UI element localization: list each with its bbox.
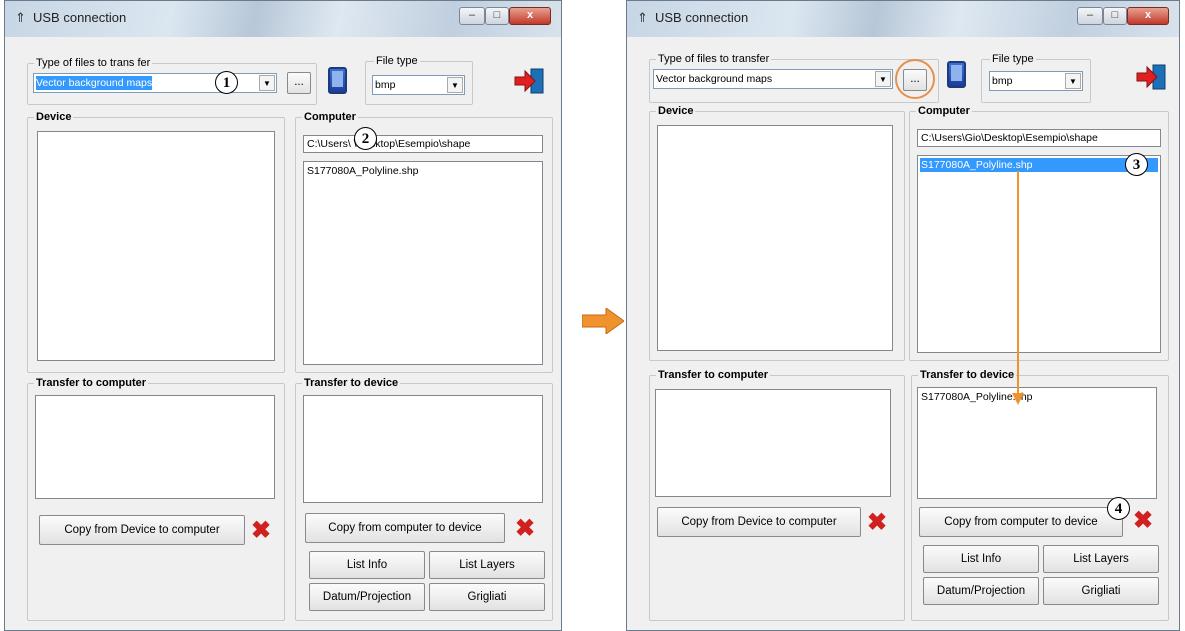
list-layers-button[interactable]: List Layers (1043, 545, 1159, 573)
device-listbox[interactable] (657, 125, 893, 351)
usb-connection-window-before: ⇑ USB connection – □ x Type of files to … (4, 0, 562, 631)
transfer-to-computer-listbox[interactable] (655, 389, 891, 497)
list-layers-button[interactable]: List Layers (429, 551, 545, 579)
computer-label: Computer (916, 105, 972, 117)
usb-icon: ⇑ (637, 10, 648, 25)
exit-door-icon[interactable] (1135, 63, 1169, 91)
exit-door-icon[interactable] (513, 67, 547, 95)
highlight-ring (895, 59, 935, 99)
grigliati-button[interactable]: Grigliati (429, 583, 545, 611)
copy-computer-to-device-button[interactable]: Copy from computer to device (919, 507, 1123, 537)
chevron-down-icon[interactable]: ▼ (447, 77, 463, 93)
transfer-to-device-label: Transfer to device (302, 377, 401, 389)
type-group-label: Type of files to transfer (656, 53, 772, 65)
file-type-combo[interactable]: Vector background maps ▼ (33, 73, 277, 93)
transfer-to-computer-listbox[interactable] (35, 395, 275, 499)
file-ext-label: File type (374, 55, 420, 67)
delete-x-icon[interactable]: ✖ (1133, 509, 1153, 533)
datum-projection-button[interactable]: Datum/Projection (923, 577, 1039, 605)
file-ext-label: File type (990, 53, 1036, 65)
file-type-value: Vector background maps (36, 76, 153, 90)
file-type-combo[interactable]: Vector background maps ▼ (653, 69, 893, 89)
close-button[interactable]: x (1127, 7, 1169, 25)
chevron-down-icon[interactable]: ▼ (1065, 73, 1081, 89)
device-label: Device (656, 105, 696, 117)
maximize-button[interactable]: □ (1103, 7, 1127, 25)
device-icon[interactable] (947, 61, 966, 88)
file-ext-value: bmp (375, 79, 396, 91)
callout-2: 2 (354, 127, 377, 150)
computer-path-field[interactable]: C:\Users\Gio\Desktop\Esempio\shape (917, 129, 1161, 147)
window-title: USB connection (33, 10, 127, 25)
list-info-button[interactable]: List Info (923, 545, 1039, 573)
arrow-right-icon (582, 308, 624, 334)
type-group-label: Type of files to trans fer (34, 57, 153, 69)
list-item[interactable]: S177080A_Polyline.shp (306, 164, 420, 178)
usb-connection-window-after: ⇑ USB connection – □ x Type of files to … (626, 0, 1180, 631)
computer-listbox[interactable]: S177080A_Polyline.shp (303, 161, 543, 365)
minimize-button[interactable]: – (459, 7, 485, 25)
computer-label: Computer (302, 111, 358, 123)
delete-x-icon[interactable]: ✖ (251, 519, 271, 543)
device-icon[interactable] (328, 67, 347, 94)
copy-computer-to-device-button[interactable]: Copy from computer to device (305, 513, 505, 543)
browse-button[interactable]: ... (287, 72, 311, 94)
transfer-to-device-label: Transfer to device (918, 369, 1017, 381)
callout-1: 1 (215, 71, 238, 94)
transfer-to-device-listbox[interactable]: S177080A_Polyline.shp (917, 387, 1157, 499)
copy-device-to-computer-button[interactable]: Copy from Device to computer (657, 507, 861, 537)
file-ext-value: bmp (992, 75, 1013, 87)
grigliati-button[interactable]: Grigliati (1043, 577, 1159, 605)
list-info-button[interactable]: List Info (309, 551, 425, 579)
delete-x-icon[interactable]: ✖ (867, 511, 887, 535)
computer-path-field[interactable]: C:\Users\ \Desktop\Esempio\shape (303, 135, 543, 153)
device-listbox[interactable] (37, 131, 275, 361)
file-ext-combo[interactable]: bmp ▼ (372, 75, 465, 95)
title-bar[interactable]: ⇑ USB connection – □ x (5, 1, 561, 37)
transfer-to-computer-label: Transfer to computer (34, 377, 149, 389)
file-ext-combo[interactable]: bmp ▼ (989, 71, 1083, 91)
drag-arrow-icon (1012, 171, 1024, 405)
computer-listbox[interactable]: S177080A_Polyline.shp (917, 155, 1161, 353)
device-label: Device (34, 111, 74, 123)
close-button[interactable]: x (509, 7, 551, 25)
computer-path: C:\Users\ \Desktop\Esempio\shape (307, 138, 471, 150)
title-bar[interactable]: ⇑ USB connection – □ x (627, 1, 1179, 37)
callout-3: 3 (1125, 153, 1148, 176)
delete-x-icon[interactable]: ✖ (515, 517, 535, 541)
transfer-to-device-listbox[interactable] (303, 395, 543, 503)
minimize-button[interactable]: – (1077, 7, 1103, 25)
datum-projection-button[interactable]: Datum/Projection (309, 583, 425, 611)
chevron-down-icon[interactable]: ▼ (875, 71, 891, 87)
transfer-to-computer-label: Transfer to computer (656, 369, 771, 381)
chevron-down-icon[interactable]: ▼ (259, 75, 275, 91)
copy-device-to-computer-button[interactable]: Copy from Device to computer (39, 515, 245, 545)
callout-4: 4 (1107, 497, 1130, 520)
file-type-value: Vector background maps (656, 73, 773, 85)
usb-icon: ⇑ (15, 10, 26, 25)
window-title: USB connection (655, 10, 749, 25)
list-item[interactable]: S177080A_Polyline.shp (920, 158, 1158, 172)
maximize-button[interactable]: □ (485, 7, 509, 25)
computer-path: C:\Users\Gio\Desktop\Esempio\shape (921, 132, 1098, 144)
